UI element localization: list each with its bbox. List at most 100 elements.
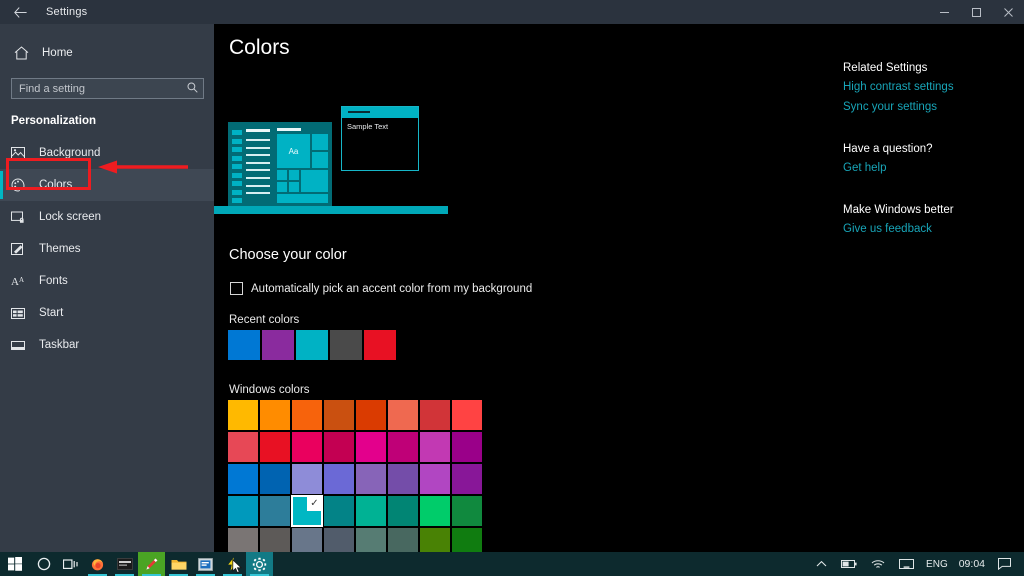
display-icon[interactable] (892, 552, 921, 576)
windows-colors-row: ✓ (228, 496, 482, 526)
firefox-button[interactable] (84, 552, 111, 576)
chevron-up-icon[interactable] (809, 552, 834, 576)
windows-color-swatch[interactable] (292, 464, 322, 494)
windows-color-swatch[interactable] (260, 432, 290, 462)
related-settings-heading: Related Settings (843, 62, 1018, 74)
recent-color-swatch[interactable] (262, 330, 294, 360)
sidebar-item-themes[interactable]: Themes (0, 233, 214, 265)
preview-tile (277, 170, 287, 180)
main-content: Colors Aa (214, 24, 1024, 552)
action-center-icon[interactable] (991, 552, 1018, 576)
annotation-arrow (95, 160, 190, 174)
windows-color-swatch[interactable] (228, 400, 258, 430)
windows-colors-row (228, 432, 482, 462)
preview-tile (312, 152, 328, 168)
sidebar-item-fonts[interactable]: AA Fonts (0, 265, 214, 297)
windows-color-swatch[interactable] (356, 496, 386, 526)
recent-color-swatch[interactable] (330, 330, 362, 360)
windows-color-swatch[interactable] (260, 464, 290, 494)
choose-your-color-heading: Choose your color (229, 247, 347, 263)
store-button[interactable] (192, 552, 219, 576)
language-indicator[interactable]: ENG (921, 559, 953, 570)
windows-color-swatch[interactable] (452, 400, 482, 430)
windows-color-swatch[interactable] (356, 400, 386, 430)
preview-tile (301, 170, 328, 192)
home-icon (14, 46, 38, 60)
windows-color-swatch[interactable] (292, 400, 322, 430)
search-box[interactable] (11, 78, 204, 99)
sync-settings-link[interactable]: Sync your settings (843, 101, 1018, 113)
windows-color-swatch[interactable] (292, 432, 322, 462)
preview-tile (289, 182, 299, 192)
back-arrow-icon[interactable] (0, 0, 40, 24)
windows-color-swatch[interactable] (324, 432, 354, 462)
sidebar-item-label: Themes (39, 243, 81, 255)
windows-color-swatch[interactable] (356, 464, 386, 494)
sidebar-item-taskbar[interactable]: Taskbar (0, 329, 214, 361)
file-explorer-button[interactable] (165, 552, 192, 576)
sidebar-home-label: Home (42, 47, 73, 59)
checkmark-icon: ✓ (307, 496, 322, 511)
preview-list-lines (246, 129, 270, 200)
windows-color-swatch[interactable] (388, 400, 418, 430)
high-contrast-link[interactable]: High contrast settings (843, 81, 1018, 93)
windows-color-swatch[interactable] (452, 496, 482, 526)
dark-app-button[interactable] (111, 552, 138, 576)
windows-color-swatch[interactable] (420, 464, 450, 494)
wifi-icon[interactable] (864, 552, 892, 576)
recent-color-swatch[interactable] (296, 330, 328, 360)
cortana-button[interactable] (30, 552, 57, 576)
windows-color-swatch[interactable] (420, 496, 450, 526)
get-help-link[interactable]: Get help (843, 162, 1018, 174)
sidebar-item-label: Fonts (39, 275, 68, 287)
windows-color-swatch[interactable] (452, 464, 482, 494)
mouse-cursor (232, 559, 243, 574)
settings-button[interactable] (246, 552, 273, 576)
windows-color-swatch[interactable] (388, 432, 418, 462)
windows-color-swatch-selected[interactable]: ✓ (292, 496, 322, 526)
title-bar: Settings (0, 0, 1024, 24)
windows-color-swatch[interactable] (260, 400, 290, 430)
windows-color-swatch[interactable] (324, 496, 354, 526)
battery-icon[interactable] (834, 552, 864, 576)
sidebar-item-label: Taskbar (39, 339, 79, 351)
sidebar-item-start[interactable]: Start (0, 297, 214, 329)
ccleaner-button[interactable] (138, 552, 165, 576)
windows-color-swatch[interactable] (260, 496, 290, 526)
maximize-button[interactable] (960, 0, 992, 24)
windows-colors-grid: ✓ (228, 400, 482, 576)
windows-color-swatch[interactable] (324, 400, 354, 430)
preview-tile-aa: Aa (277, 134, 310, 168)
windows-color-swatch[interactable] (420, 432, 450, 462)
preview-tile (312, 134, 328, 150)
give-us-feedback-link[interactable]: Give us feedback (843, 223, 1018, 235)
start-button[interactable] (0, 552, 30, 576)
windows-color-swatch[interactable] (228, 464, 258, 494)
clock[interactable]: 09:04 (953, 558, 991, 570)
windows-color-swatch[interactable] (356, 432, 386, 462)
windows-color-swatch[interactable] (324, 464, 354, 494)
preview-tile (277, 194, 328, 203)
close-button[interactable] (992, 0, 1024, 24)
windows-color-swatch[interactable] (388, 464, 418, 494)
page-title: Colors (229, 36, 290, 60)
windows-color-swatch[interactable] (228, 432, 258, 462)
recent-color-swatch[interactable] (228, 330, 260, 360)
auto-accent-checkbox[interactable] (230, 282, 243, 295)
sample-window-preview: Sample Text (341, 106, 419, 171)
task-view-button[interactable] (57, 552, 84, 576)
sidebar-item-label: Colors (39, 179, 72, 191)
windows-color-swatch[interactable] (228, 496, 258, 526)
related-settings-rail: Related Settings High contrast settings … (843, 62, 1018, 243)
windows-color-swatch[interactable] (420, 400, 450, 430)
sidebar-item-home[interactable]: Home (0, 38, 214, 68)
sidebar-item-lock-screen[interactable]: Lock screen (0, 201, 214, 233)
windows-color-swatch[interactable] (388, 496, 418, 526)
themes-brush-icon (11, 243, 33, 256)
recent-color-swatch[interactable] (364, 330, 396, 360)
auto-accent-checkbox-row[interactable]: Automatically pick an accent color from … (230, 282, 532, 295)
minimize-button[interactable] (928, 0, 960, 24)
search-input[interactable] (19, 83, 183, 95)
windows-color-swatch[interactable] (452, 432, 482, 462)
svg-text:A: A (19, 276, 24, 284)
